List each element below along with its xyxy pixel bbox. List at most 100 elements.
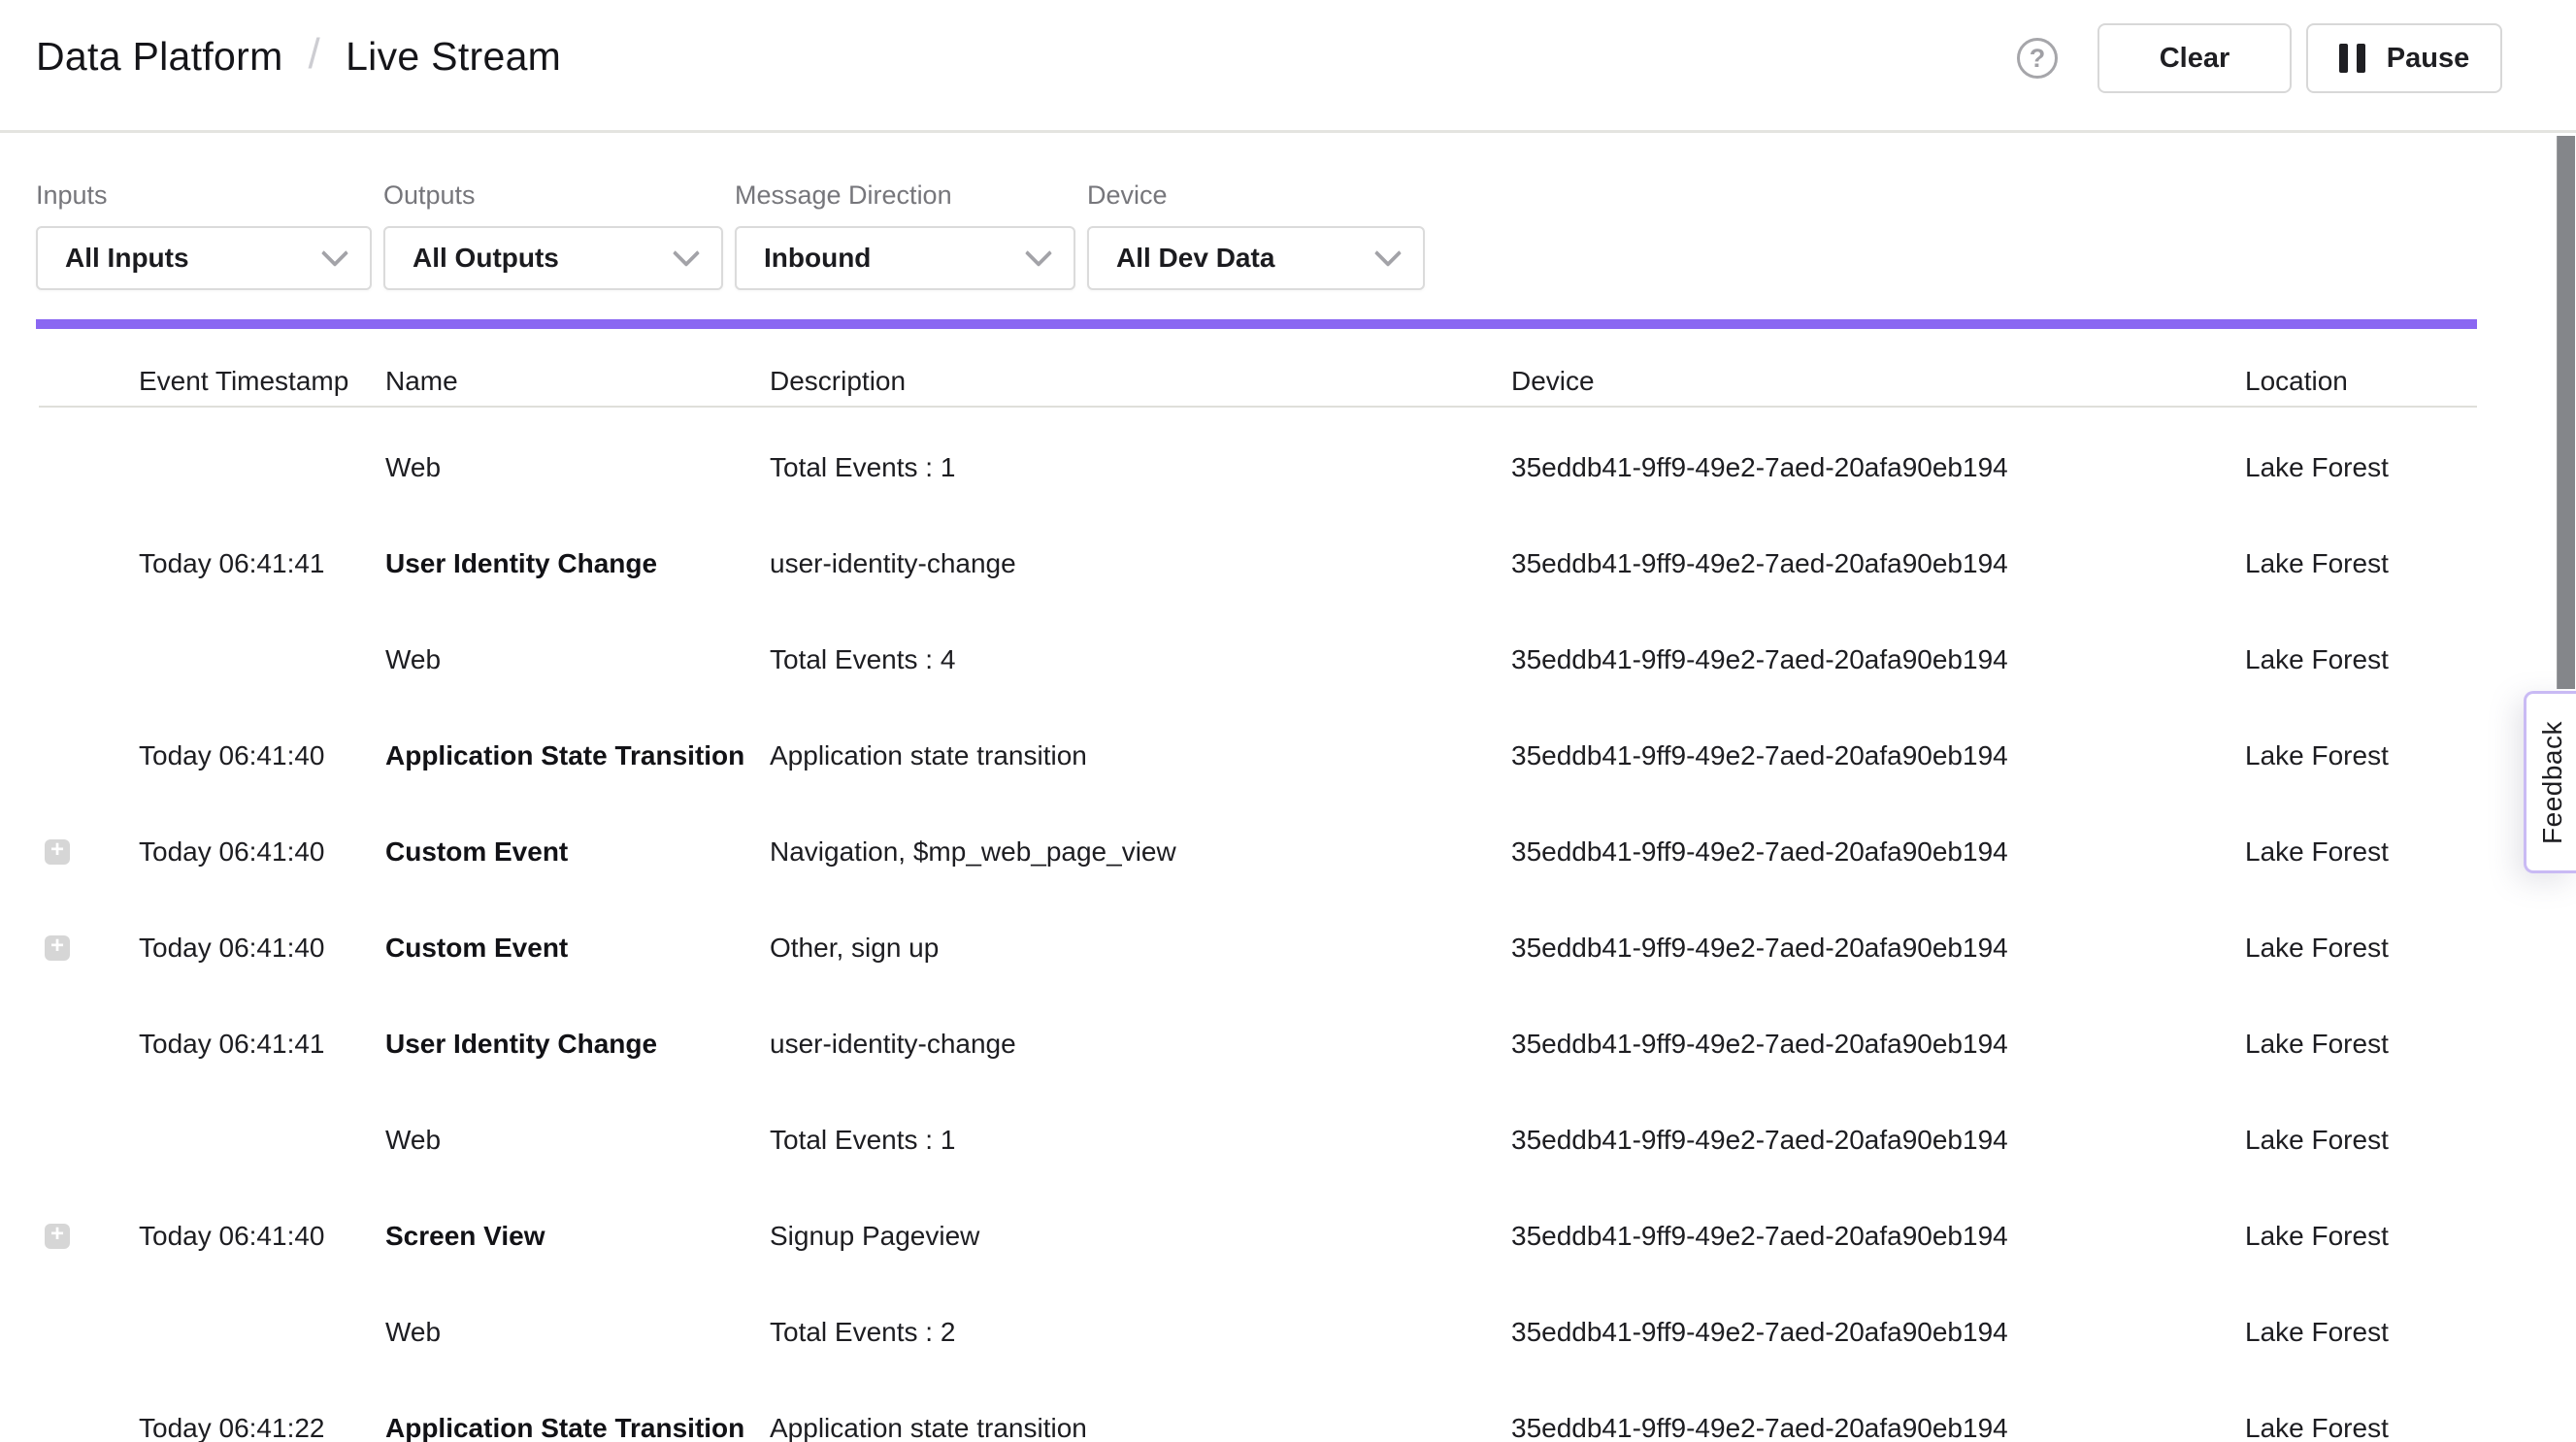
- chevron-down-icon: [321, 240, 348, 267]
- event-name-cell: Web: [385, 1125, 770, 1156]
- device-selected-value: All Dev Data: [1116, 243, 1274, 274]
- expand-row-button[interactable]: +: [45, 935, 70, 961]
- event-timestamp-cell: Today 06:41:40: [139, 740, 385, 771]
- column-header-name: Name: [385, 366, 770, 397]
- event-location-cell: Lake Forest: [2245, 1221, 2477, 1252]
- table-header-divider: [39, 406, 2477, 408]
- event-location-cell: Lake Forest: [2245, 1317, 2477, 1348]
- event-location-cell: Lake Forest: [2245, 933, 2477, 964]
- top-bar: Data Platform / Live Stream ? Clear Paus…: [0, 0, 2576, 133]
- outputs-label: Outputs: [383, 180, 723, 211]
- table-row[interactable]: + Today 06:41:40 Custom Event Other, sig…: [0, 900, 2477, 996]
- filter-device: Device All Dev Data: [1087, 180, 1425, 290]
- event-location-cell: Lake Forest: [2245, 1125, 2477, 1156]
- event-description-cell: user-identity-change: [770, 548, 1511, 579]
- event-timestamp-cell: Today 06:41:41: [139, 1029, 385, 1060]
- live-stream-accent-bar: [36, 319, 2477, 329]
- table-header-row: Event Timestamp Name Description Device …: [0, 357, 2477, 406]
- filter-inputs: Inputs All Inputs: [36, 180, 372, 290]
- page-title: Live Stream: [346, 34, 561, 80]
- event-device-cell: 35eddb41-9ff9-49e2-7aed-20afa90eb194: [1511, 1029, 2245, 1060]
- clear-button[interactable]: Clear: [2097, 23, 2292, 93]
- filter-message-direction: Message Direction Inbound: [735, 180, 1075, 290]
- table-row[interactable]: + Web Total Events : 4 35eddb41-9ff9-49e…: [0, 611, 2477, 707]
- breadcrumb: Data Platform / Live Stream: [36, 32, 561, 81]
- event-table-body: + Web Total Events : 1 35eddb41-9ff9-49e…: [0, 419, 2477, 1442]
- breadcrumb-root[interactable]: Data Platform: [36, 34, 283, 80]
- table-row[interactable]: + Today 06:41:41 User Identity Change us…: [0, 996, 2477, 1092]
- chevron-down-icon: [673, 240, 700, 267]
- chevron-down-icon: [1374, 240, 1402, 267]
- inputs-select[interactable]: All Inputs: [36, 226, 372, 290]
- event-location-cell: Lake Forest: [2245, 1029, 2477, 1060]
- filter-bar: Inputs All Inputs Outputs All Outputs Me…: [36, 180, 1425, 290]
- message-direction-label: Message Direction: [735, 180, 1075, 211]
- event-device-cell: 35eddb41-9ff9-49e2-7aed-20afa90eb194: [1511, 452, 2245, 483]
- event-location-cell: Lake Forest: [2245, 836, 2477, 868]
- event-description-cell: Total Events : 1: [770, 1125, 1511, 1156]
- event-device-cell: 35eddb41-9ff9-49e2-7aed-20afa90eb194: [1511, 1317, 2245, 1348]
- event-timestamp-cell: Today 06:41:40: [139, 836, 385, 868]
- outputs-selected-value: All Outputs: [413, 243, 559, 274]
- inputs-label: Inputs: [36, 180, 372, 211]
- chevron-down-icon: [1025, 240, 1052, 267]
- table-row[interactable]: + Today 06:41:22 Application State Trans…: [0, 1380, 2477, 1442]
- column-header-device: Device: [1511, 366, 2245, 397]
- outputs-select[interactable]: All Outputs: [383, 226, 723, 290]
- event-device-cell: 35eddb41-9ff9-49e2-7aed-20afa90eb194: [1511, 1221, 2245, 1252]
- event-location-cell: Lake Forest: [2245, 548, 2477, 579]
- column-header-description: Description: [770, 366, 1511, 397]
- device-label: Device: [1087, 180, 1425, 211]
- event-description-cell: Navigation, $mp_web_page_view: [770, 836, 1511, 868]
- event-timestamp-cell: Today 06:41:22: [139, 1413, 385, 1442]
- table-row[interactable]: + Today 06:41:40 Screen View Signup Page…: [0, 1188, 2477, 1284]
- table-row[interactable]: + Today 06:41:40 Custom Event Navigation…: [0, 803, 2477, 900]
- event-timestamp-cell: Today 06:41:40: [139, 1221, 385, 1252]
- event-device-cell: 35eddb41-9ff9-49e2-7aed-20afa90eb194: [1511, 740, 2245, 771]
- message-direction-select[interactable]: Inbound: [735, 226, 1075, 290]
- event-name-cell: User Identity Change: [385, 548, 770, 579]
- table-row[interactable]: + Web Total Events : 2 35eddb41-9ff9-49e…: [0, 1284, 2477, 1380]
- event-description-cell: Application state transition: [770, 740, 1511, 771]
- event-device-cell: 35eddb41-9ff9-49e2-7aed-20afa90eb194: [1511, 836, 2245, 868]
- event-name-cell: Web: [385, 644, 770, 675]
- event-timestamp-cell: Today 06:41:41: [139, 548, 385, 579]
- event-device-cell: 35eddb41-9ff9-49e2-7aed-20afa90eb194: [1511, 548, 2245, 579]
- event-name-cell: Screen View: [385, 1221, 770, 1252]
- table-row[interactable]: + Web Total Events : 1 35eddb41-9ff9-49e…: [0, 1092, 2477, 1188]
- feedback-tab[interactable]: Feedback: [2524, 691, 2576, 873]
- event-name-cell: Custom Event: [385, 836, 770, 868]
- table-row[interactable]: + Today 06:41:41 User Identity Change us…: [0, 515, 2477, 611]
- event-name-cell: Application State Transition: [385, 1413, 770, 1442]
- pause-button[interactable]: Pause: [2306, 23, 2502, 93]
- table-row[interactable]: + Today 06:41:40 Application State Trans…: [0, 707, 2477, 803]
- event-device-cell: 35eddb41-9ff9-49e2-7aed-20afa90eb194: [1511, 1413, 2245, 1442]
- column-header-location: Location: [2245, 366, 2477, 397]
- message-direction-selected-value: Inbound: [764, 243, 871, 274]
- event-name-cell: Custom Event: [385, 933, 770, 964]
- event-description-cell: Application state transition: [770, 1413, 1511, 1442]
- clear-button-label: Clear: [2160, 43, 2230, 75]
- event-name-cell: Web: [385, 452, 770, 483]
- event-description-cell: Total Events : 4: [770, 644, 1511, 675]
- event-name-cell: User Identity Change: [385, 1029, 770, 1060]
- event-description-cell: Other, sign up: [770, 933, 1511, 964]
- event-description-cell: user-identity-change: [770, 1029, 1511, 1060]
- table-row[interactable]: + Web Total Events : 1 35eddb41-9ff9-49e…: [0, 419, 2477, 515]
- breadcrumb-separator: /: [309, 30, 321, 79]
- scrollbar-thumb[interactable]: [2557, 136, 2575, 689]
- event-device-cell: 35eddb41-9ff9-49e2-7aed-20afa90eb194: [1511, 1125, 2245, 1156]
- event-name-cell: Application State Transition: [385, 740, 770, 771]
- expand-row-button[interactable]: +: [45, 839, 70, 865]
- event-name-cell: Web: [385, 1317, 770, 1348]
- event-timestamp-cell: Today 06:41:40: [139, 933, 385, 964]
- column-header-event-timestamp: Event Timestamp: [139, 366, 385, 397]
- event-device-cell: 35eddb41-9ff9-49e2-7aed-20afa90eb194: [1511, 644, 2245, 675]
- expand-row-button[interactable]: +: [45, 1224, 70, 1249]
- device-select[interactable]: All Dev Data: [1087, 226, 1425, 290]
- inputs-selected-value: All Inputs: [65, 243, 189, 274]
- event-location-cell: Lake Forest: [2245, 644, 2477, 675]
- pause-button-label: Pause: [2387, 43, 2469, 75]
- help-icon[interactable]: ?: [2017, 38, 2058, 79]
- event-location-cell: Lake Forest: [2245, 452, 2477, 483]
